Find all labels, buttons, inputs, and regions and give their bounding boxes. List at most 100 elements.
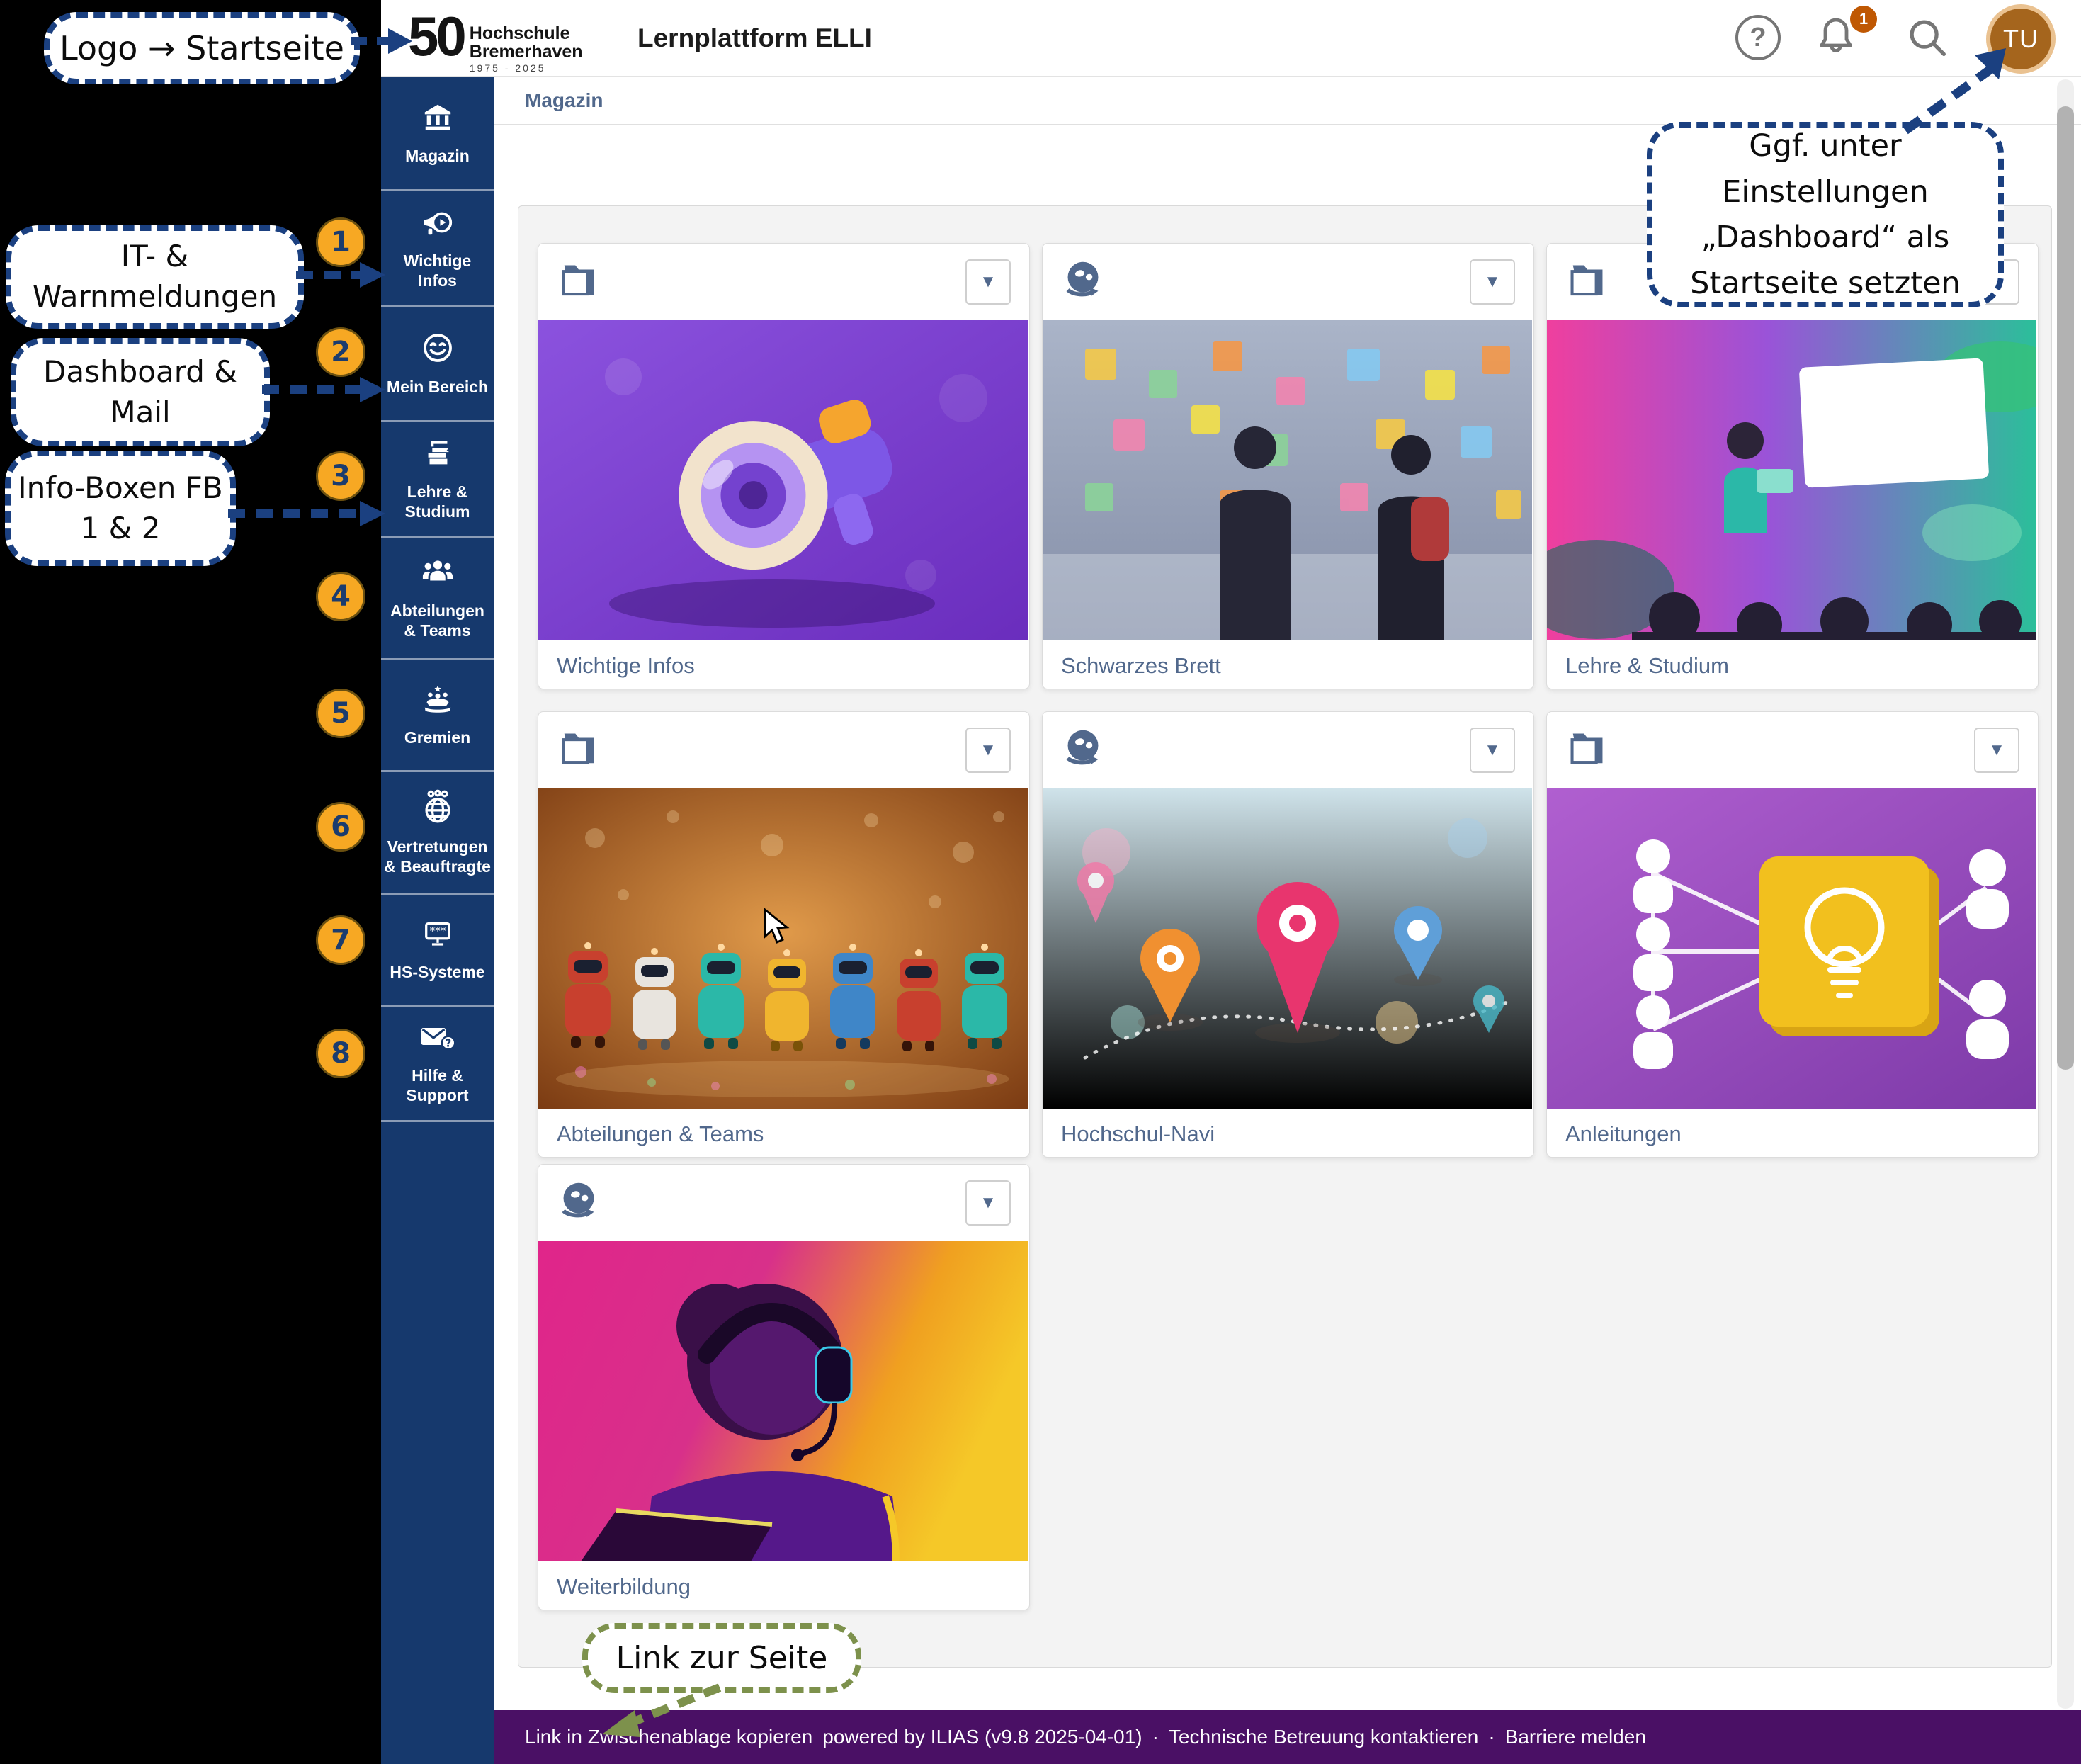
annotation-arrow-to-footer-link	[595, 1683, 730, 1738]
breadcrumb-bar: Magazin	[494, 77, 2081, 125]
annotation-settings-callout: Ggf. unter Einstellungen „Dashboard“ als…	[1647, 122, 2004, 307]
card-weiterbildung: ▼ Weiterbildung	[538, 1164, 1030, 1610]
scrollbar-thumb[interactable]	[2057, 106, 2074, 1070]
sidebar-item-wichtige-infos[interactable]: Wichtige Infos	[381, 191, 494, 307]
sidebar-item-hs-systeme[interactable]: *** HS-Systeme	[381, 895, 494, 1007]
globe-people-icon	[421, 789, 455, 828]
sidebar-item-magazin[interactable]: Magazin	[381, 77, 494, 191]
card-actions-dropdown[interactable]: ▼	[965, 1180, 1011, 1226]
annotation-number-2: 2	[316, 327, 365, 377]
card-image-sticky-notes	[1043, 320, 1532, 640]
folder-icon	[557, 259, 601, 306]
sidebar-item-abteilungen-teams[interactable]: Abteilungen & Teams	[381, 538, 494, 660]
card-anleitungen: ▼ Anleitungen	[1546, 711, 2039, 1158]
weblink-icon	[1061, 727, 1105, 774]
annotation-it-callout: IT- & Warnmeldungen	[6, 225, 304, 329]
card-actions-dropdown[interactable]: ▼	[1974, 728, 2019, 773]
annotation-number-1: 1	[316, 217, 365, 267]
mouse-cursor	[762, 908, 795, 945]
smiley-icon	[421, 331, 455, 368]
card-image-map-pins	[1043, 788, 1532, 1109]
sidebar-item-label: Wichtige Infos	[381, 251, 494, 290]
help-icon[interactable]: ?	[1735, 15, 1781, 60]
annotation-number-8: 8	[316, 1029, 365, 1078]
logo-line1: Hochschule	[470, 24, 583, 43]
sidebar-item-label: Magazin	[402, 146, 472, 166]
card-wichtige-infos: ▼ Wichtige Infos	[538, 243, 1030, 689]
annotation-infobox-callout: Info-Boxen FB 1 & 2	[5, 451, 236, 566]
page-title: Lernplattform ELLI	[637, 23, 872, 53]
annotation-number-6: 6	[316, 802, 365, 852]
card-title[interactable]: Wichtige Infos	[557, 653, 695, 679]
card-image-lightbulb-network	[1547, 788, 2036, 1109]
logo-50-mark: 50	[408, 6, 464, 67]
annotation-arrow-2	[261, 371, 387, 408]
notification-count-badge: 1	[1850, 6, 1877, 33]
footer-powered-by: powered by ILIAS (v9.8 2025-04-01)	[822, 1726, 1142, 1748]
footer-accessibility-link[interactable]: Barriere melden	[1505, 1726, 1646, 1748]
footer-separator: ·	[1488, 1726, 1495, 1748]
card-title[interactable]: Weiterbildung	[557, 1574, 691, 1600]
card-actions-dropdown[interactable]: ▼	[1470, 728, 1515, 773]
weblink-icon	[1061, 259, 1105, 306]
bank-icon	[421, 101, 454, 137]
annotation-number-5: 5	[316, 689, 365, 738]
card-actions-dropdown[interactable]: ▼	[965, 728, 1011, 773]
annotation-arrow-to-avatar	[1884, 43, 2019, 135]
sidebar-item-mein-bereich[interactable]: Mein Bereich	[381, 307, 494, 422]
svg-text:?: ?	[445, 1037, 451, 1049]
card-image-robots	[538, 788, 1028, 1109]
card-actions-dropdown[interactable]: ▼	[965, 259, 1011, 305]
card-title[interactable]: Schwarzes Brett	[1061, 653, 1221, 679]
books-icon	[420, 437, 455, 473]
logo-line2: Bremerhaven	[470, 43, 583, 61]
footer-separator: ·	[1152, 1726, 1159, 1748]
card-schwarzes-brett: ▼ Schwarzes Brett	[1042, 243, 1534, 689]
card-image-megaphone	[538, 320, 1028, 640]
annotation-arrow-to-logo	[350, 21, 414, 61]
sidebar-item-label: HS-Systeme	[387, 962, 487, 982]
annotation-arrow-3	[227, 495, 387, 532]
card-lehre-studium: ▼ Lehre & Studium	[1546, 243, 2039, 689]
logo-years: 1975 - 2025	[470, 62, 583, 74]
annotation-number-4: 4	[316, 572, 365, 621]
folder-icon	[557, 727, 601, 774]
sidebar-item-lehre-studium[interactable]: Lehre & Studium	[381, 422, 494, 538]
sidebar-item-label: Lehre & Studium	[381, 482, 494, 521]
card-title[interactable]: Anleitungen	[1565, 1121, 1682, 1147]
people-icon	[419, 556, 456, 592]
sidebar-item-label: Gremien	[402, 728, 473, 747]
folder-icon	[1565, 727, 1609, 774]
sidebar-item-label: Vertretungen & Beauftragte	[381, 837, 494, 876]
weblink-icon	[557, 1180, 601, 1227]
sidebar-item-vertretungen-beauftragte[interactable]: Vertretungen & Beauftragte	[381, 772, 494, 895]
sidebar-item-gremien[interactable]: Gremien	[381, 660, 494, 772]
monitor-icon: ***	[420, 917, 455, 954]
main-navigation-sidebar: Magazin Wichtige Infos Mein Bereich Lehr…	[381, 77, 494, 1764]
card-hochschul-navi: ▼ Hochschul-Navi	[1042, 711, 1534, 1158]
svg-text:***: ***	[429, 925, 446, 937]
megaphone-icon	[419, 206, 456, 242]
card-image-presentation	[1547, 320, 2036, 640]
university-logo[interactable]: 50 Hochschule Bremerhaven 1975 - 2025	[408, 6, 583, 74]
sidebar-item-hilfe-support[interactable]: ? Hilfe & Support	[381, 1007, 494, 1122]
sidebar-item-label: Mein Bereich	[384, 377, 491, 397]
mail-question-icon: ?	[419, 1022, 457, 1057]
footer-support-link[interactable]: Technische Betreuung kontaktieren	[1169, 1726, 1478, 1748]
breadcrumb-magazin[interactable]: Magazin	[525, 89, 603, 112]
annotation-number-7: 7	[316, 915, 365, 965]
sidebar-item-label: Abteilungen & Teams	[381, 601, 494, 640]
sidebar-item-label: Hilfe & Support	[381, 1065, 494, 1105]
annotation-dashboard-callout: Dashboard & Mail	[11, 338, 270, 446]
card-actions-dropdown[interactable]: ▼	[1470, 259, 1515, 305]
card-title[interactable]: Lehre & Studium	[1565, 653, 1729, 679]
screenshot-stage: 50 Hochschule Bremerhaven 1975 - 2025 Le…	[0, 0, 2081, 1764]
card-title[interactable]: Hochschul-Navi	[1061, 1121, 1215, 1147]
annotation-logo-callout: Logo → Startseite	[44, 12, 360, 84]
annotation-number-3: 3	[316, 451, 365, 501]
folder-icon	[1565, 259, 1609, 306]
card-image-headphones-person	[538, 1241, 1028, 1561]
card-title[interactable]: Abteilungen & Teams	[557, 1121, 764, 1147]
committee-icon	[420, 683, 455, 719]
footer-bar: Link in Zwischenablage kopieren powered …	[494, 1710, 2081, 1764]
